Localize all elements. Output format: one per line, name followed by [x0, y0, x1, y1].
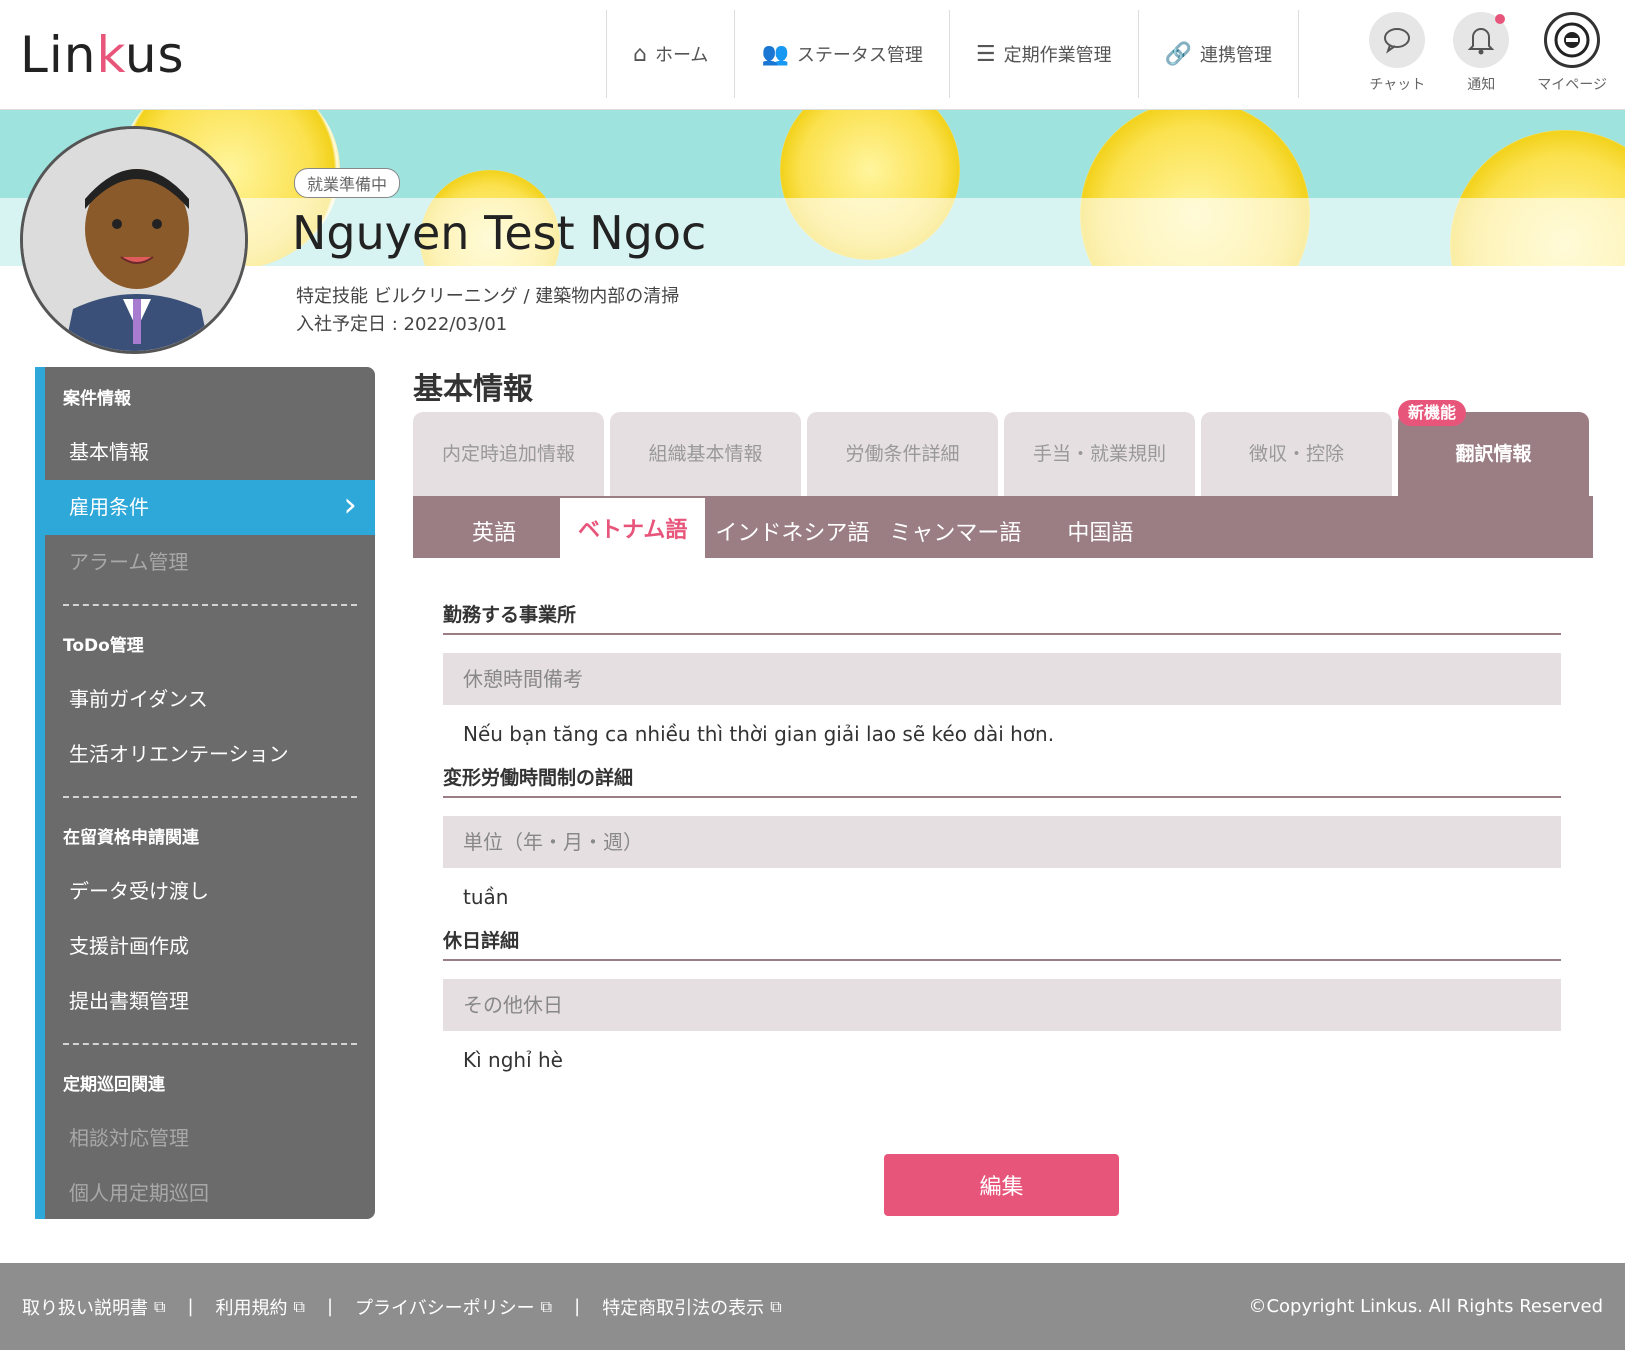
sidebar-item-guidance[interactable]: 事前ガイダンス	[45, 672, 375, 727]
tab-allowances[interactable]: 手当・就業規則	[1004, 412, 1195, 496]
sidebar-section-title: 案件情報	[63, 389, 131, 409]
lang-tab-english[interactable]: 英語	[428, 504, 560, 558]
checklist-icon: ☰	[975, 41, 996, 67]
page-title: 基本情報	[413, 372, 533, 407]
lang-tab-chinese[interactable]: 中国語	[1031, 504, 1169, 558]
user-avatar-icon	[1544, 12, 1601, 68]
lang-tab-myanmar[interactable]: ミャンマー語	[879, 504, 1031, 558]
sidebar-divider	[63, 796, 357, 798]
field-label: その他休日	[443, 979, 1561, 1031]
main-nav: ⌂ ホーム 👥 ステータス管理 ☰ 定期作業管理 🔗 連携管理	[606, 10, 1299, 98]
top-header: Linkus ⌂ ホーム 👥 ステータス管理 ☰ 定期作業管理 🔗 連携管理 チ…	[0, 0, 1625, 110]
field-value: Nếu bạn tăng ca nhiều thì thời gian giải…	[463, 722, 1055, 746]
footer-link-privacy[interactable]: プライバシーポリシー ⧉	[355, 1294, 552, 1320]
sidebar-item-employment-terms[interactable]: 雇用条件	[45, 478, 375, 535]
sidebar-item-personal-patrol[interactable]: 個人用定期巡回	[45, 1166, 375, 1221]
sidebar-item-orientation[interactable]: 生活オリエンテーション	[45, 727, 375, 782]
start-date: 入社予定日 : 2022/03/01	[296, 314, 508, 335]
chat-button[interactable]: チャット	[1369, 12, 1426, 94]
users-icon: 👥	[761, 41, 789, 67]
external-link-icon: ⧉	[770, 1296, 782, 1316]
sidebar-item-consultation[interactable]: 相談対応管理	[45, 1111, 375, 1166]
notification-dot	[1495, 14, 1506, 24]
sidebar-item-alarm[interactable]: アラーム管理	[45, 535, 375, 590]
field-value: tuần	[463, 885, 509, 909]
footer: 取り扱い説明書 ⧉ | 利用規約 ⧉ | プライバシーポリシー ⧉ | 特定商取引法の…	[0, 1263, 1625, 1350]
sidebar-item-basic-info[interactable]: 基本情報	[45, 425, 375, 480]
info-tabs: 内定時追加情報 組織基本情報 労働条件詳細 手当・就業規則 徴収・控除 新機能 …	[413, 400, 1589, 496]
external-link-icon: ⧉	[540, 1296, 553, 1316]
footer-link-manual[interactable]: 取り扱い説明書 ⧉	[22, 1294, 165, 1320]
linkus-logo[interactable]: Linkus	[20, 26, 185, 84]
lang-tab-vietnamese[interactable]: ベトナム語	[560, 498, 706, 558]
translation-content: 勤務する事業所 休憩時間備考 Nếu bạn tăng ca nhiều thì…	[443, 600, 1561, 1089]
chat-icon	[1369, 12, 1426, 68]
sidebar-section-title: 在留資格申請関連	[63, 828, 199, 848]
field-label: 単位（年・月・週）	[443, 816, 1561, 868]
employee-name: Nguyen Test Ngoc	[292, 206, 707, 260]
lang-tab-indonesian[interactable]: インドネシア語	[705, 504, 879, 558]
sidebar: 案件情報 基本情報 雇用条件 アラーム管理 ToDo管理 事前ガイダンス 生活オ…	[35, 367, 375, 1219]
field-label: 休憩時間備考	[443, 653, 1561, 705]
external-link-icon: ⧉	[154, 1296, 166, 1316]
sidebar-section-title: 定期巡回関連	[63, 1075, 165, 1095]
sidebar-item-support-plan[interactable]: 支援計画作成	[45, 919, 375, 974]
nav-integration[interactable]: 🔗 連携管理	[1137, 10, 1299, 98]
sidebar-item-data-transfer[interactable]: データ受け渡し	[45, 864, 375, 919]
language-tabs: 英語 ベトナム語 インドネシア語 ミャンマー語 中国語	[413, 496, 1593, 558]
field-value: Kì nghỉ hè	[463, 1048, 563, 1072]
tab-working-conditions[interactable]: 労働条件詳細	[807, 412, 998, 496]
tab-translation[interactable]: 新機能 翻訳情報	[1398, 400, 1589, 496]
sidebar-section-title: ToDo管理	[63, 636, 144, 656]
notification-button[interactable]: 通知	[1453, 12, 1510, 94]
tab-deductions[interactable]: 徴収・控除	[1201, 412, 1392, 496]
home-icon: ⌂	[633, 41, 647, 67]
tab-offer-info[interactable]: 内定時追加情報	[413, 412, 604, 496]
new-feature-badge: 新機能	[1398, 400, 1467, 426]
tab-organization[interactable]: 組織基本情報	[610, 412, 801, 496]
mypage-button[interactable]: マイページ	[1537, 12, 1607, 94]
nav-home[interactable]: ⌂ ホーム	[606, 10, 734, 98]
nav-periodic-work[interactable]: ☰ 定期作業管理	[948, 10, 1138, 98]
section-title: 休日詳細	[443, 926, 1561, 961]
sidebar-item-documents[interactable]: 提出書類管理	[45, 974, 375, 1029]
status-badge: 就業準備中	[294, 168, 401, 198]
footer-link-commerce[interactable]: 特定商取引法の表示 ⧉	[602, 1294, 781, 1320]
footer-link-terms[interactable]: 利用規約 ⧉	[216, 1294, 305, 1320]
sidebar-divider	[63, 1043, 357, 1045]
nav-status[interactable]: 👥 ステータス管理	[734, 10, 948, 98]
profile-avatar	[20, 126, 248, 354]
bell-icon	[1453, 12, 1510, 68]
copyright: ©Copyright Linkus. All Rights Reserved	[1248, 1296, 1603, 1317]
external-link-icon: ⧉	[293, 1296, 305, 1316]
sidebar-divider	[63, 604, 357, 606]
section-title: 勤務する事業所	[443, 600, 1561, 635]
job-category: 特定技能 ビルクリーニング / 建築物内部の清掃	[296, 286, 680, 307]
edit-button[interactable]: 編集	[884, 1154, 1119, 1216]
link-icon: 🔗	[1164, 41, 1192, 67]
section-title: 変形労働時間制の詳細	[443, 763, 1561, 798]
